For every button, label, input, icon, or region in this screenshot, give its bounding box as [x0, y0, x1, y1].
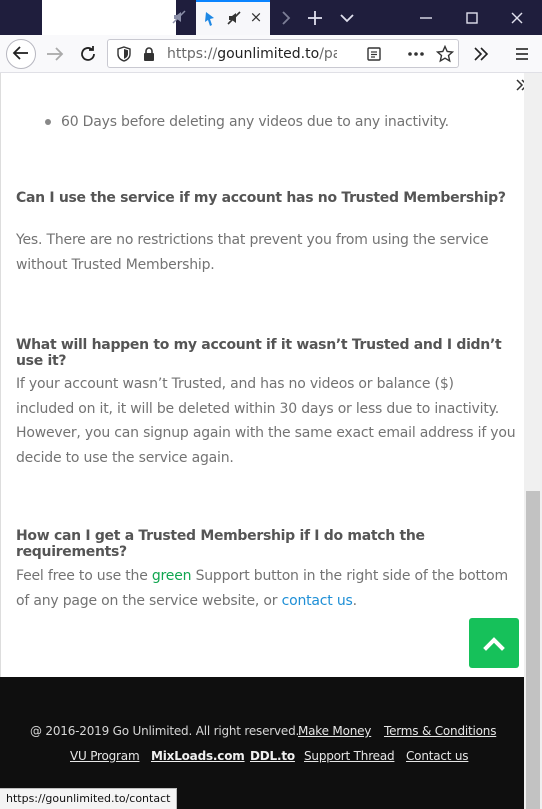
lock-icon[interactable] [142, 46, 156, 66]
minimize-icon[interactable] [414, 6, 438, 30]
tab-close-icon[interactable]: × [248, 9, 264, 25]
page-content: 60 Days before deleting any videos due t… [0, 73, 524, 677]
faq-answer-3: Feel free to use the green Support butto… [16, 568, 508, 609]
tab-mute-icon[interactable] [226, 10, 242, 26]
tab-active[interactable]: × [196, 0, 270, 35]
list-item: 60 Days before deleting any videos due t… [41, 110, 511, 135]
green-word: green [151, 568, 192, 584]
faq-answer-2: If your account wasn’t Trusted, and has … [16, 376, 516, 466]
tab-strip: × [0, 0, 542, 35]
list-all-tabs-icon[interactable] [335, 6, 359, 30]
navigation-toolbar: https://gounlimited.to/pag [0, 35, 542, 73]
reader-view-icon[interactable] [366, 46, 382, 66]
bullet-icon [45, 119, 51, 125]
footer-link-terms[interactable]: Terms & Conditions [384, 724, 496, 738]
tracking-shield-icon[interactable] [116, 46, 132, 66]
page-actions-icon[interactable] [406, 46, 426, 66]
footer-link-mixloads[interactable]: MixLoads.com [151, 749, 245, 763]
new-tab-icon[interactable] [303, 6, 327, 30]
footer-copyright: @ 2016-2019 Go Unlimited. All right rese… [30, 724, 300, 738]
hamburger-menu-icon[interactable] [508, 40, 536, 68]
faq-answer-1: Yes. There are no restrictions that prev… [16, 232, 489, 273]
tab-scroll-right-icon[interactable] [274, 6, 298, 30]
footer-link-ddl[interactable]: DDL.to [250, 749, 295, 763]
contact-us-link[interactable]: contact us [282, 593, 353, 609]
scrollbar-thumb[interactable] [526, 491, 540, 809]
faq-question-1: Can I use the service if my account has … [16, 190, 506, 206]
maximize-icon[interactable] [460, 6, 484, 30]
back-button[interactable] [6, 39, 36, 69]
reload-button[interactable] [74, 40, 102, 68]
chevron-up-icon [483, 637, 505, 651]
muted-audio-icon[interactable] [171, 9, 187, 25]
url-text[interactable]: https://gounlimited.to/pag [167, 46, 337, 62]
tab-strip-blank [42, 0, 176, 35]
footer-link-make-money[interactable]: Make Money [298, 724, 371, 738]
close-window-icon[interactable] [505, 6, 529, 30]
footer-link-contact-us[interactable]: Contact us [406, 749, 469, 763]
footer-link-support-thread[interactable]: Support Thread [304, 749, 395, 763]
forward-button[interactable] [41, 40, 69, 68]
link-status-bar: https://gounlimited.to/contact [0, 788, 178, 809]
footer-link-vu-program[interactable]: VU Program [70, 749, 140, 763]
bullet-text: 60 Days before deleting any videos due t… [61, 114, 449, 130]
toolbar-overflow-icon[interactable] [467, 40, 495, 68]
url-bar[interactable]: https://gounlimited.to/pag [107, 39, 459, 68]
vertical-scrollbar[interactable] [524, 73, 542, 809]
site-favicon-icon [204, 11, 216, 27]
scroll-to-top-button[interactable] [469, 618, 519, 668]
faq-question-2: What will happen to my account if it was… [16, 337, 502, 369]
bookmark-star-icon[interactable] [435, 44, 455, 67]
faq-question-3: How can I get a Trusted Membership if I … [16, 528, 425, 560]
